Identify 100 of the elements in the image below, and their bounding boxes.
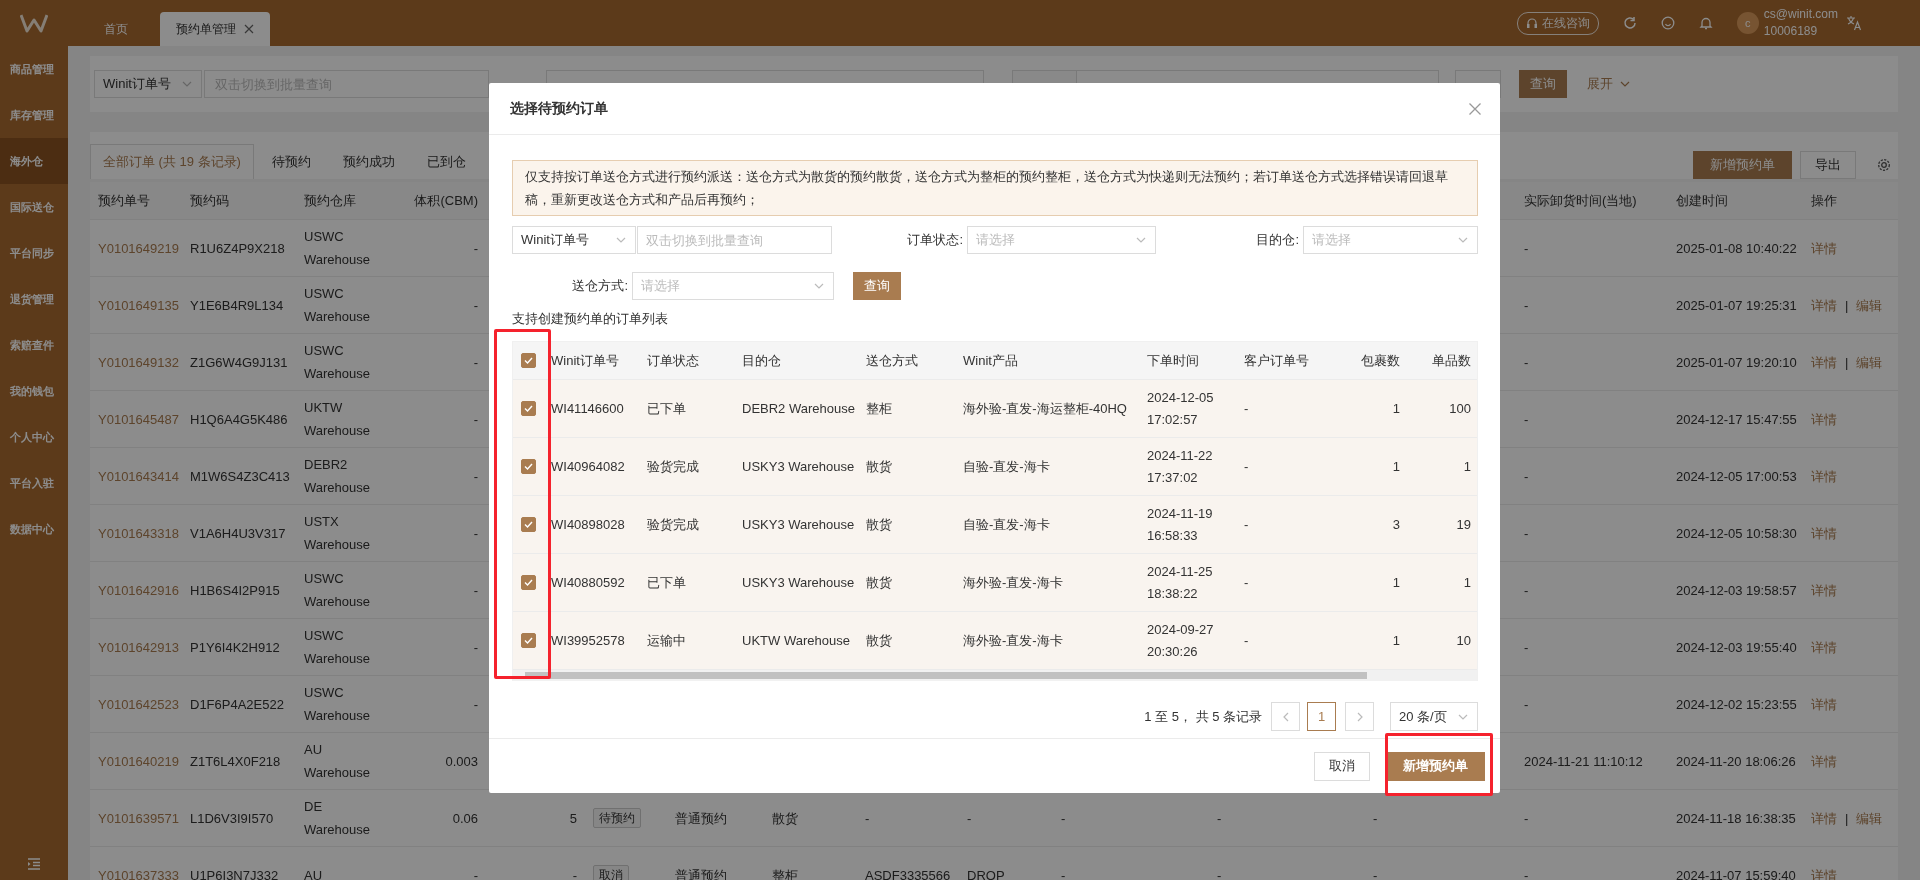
status-tab[interactable]: 已到仓 [410, 144, 482, 179]
menu-collapse-icon[interactable] [27, 858, 41, 870]
status-tab[interactable]: 全部订单 (共 19 条记录) [90, 144, 254, 179]
order-number-link[interactable]: Y0101643318 [98, 521, 179, 545]
checkbox[interactable] [521, 517, 536, 532]
user-account: 10006189 [1763, 23, 1819, 40]
sidebar-item[interactable]: 我的钱包 [0, 368, 68, 414]
table-cell-text: 2024-11-25 18:38:22 [1147, 562, 1214, 603]
search-type-select[interactable]: Winit订单号 [94, 70, 202, 98]
sidebar-item[interactable]: 平台同步 [0, 230, 68, 276]
table-cell-text: - [1244, 399, 1249, 418]
page-size-select[interactable]: 20 条/页 [1390, 702, 1478, 731]
order-number-link[interactable]: Y0101639571 [98, 806, 179, 830]
table-cell-text: - [473, 353, 478, 372]
action-link[interactable]: 详情 [1811, 464, 1837, 488]
sidebar-item[interactable]: 个人中心 [0, 414, 68, 460]
checkbox[interactable] [521, 353, 536, 368]
action-link[interactable]: 详情 [1811, 407, 1837, 431]
query-button[interactable]: 查询 [853, 272, 901, 300]
status-tab[interactable]: 预约成功 [326, 144, 411, 179]
order-number-link[interactable]: Y0101645487 [98, 407, 179, 431]
status-select[interactable]: 请选择 [967, 226, 1156, 254]
action-link[interactable]: 详情 [1811, 749, 1837, 773]
page-tab[interactable]: 首页 [88, 12, 144, 46]
sidebar-item[interactable]: 平台入驻 [0, 460, 68, 506]
smile-icon[interactable] [1660, 16, 1675, 30]
query-button[interactable]: 查询 [1519, 70, 1567, 98]
column-header: 目的仓 [742, 351, 781, 370]
table-cell-text: - [1524, 695, 1529, 714]
page-button[interactable]: 1 [1307, 702, 1336, 731]
table-cell-text: - [1061, 866, 1066, 880]
refresh-icon[interactable] [1622, 16, 1637, 30]
table-cell-text: 100 [1449, 399, 1471, 418]
column-header: 预约仓库 [304, 192, 356, 210]
action-link[interactable]: 编辑 [1856, 293, 1883, 317]
table-cell-text: - [1217, 866, 1222, 880]
column-header: Winit产品 [963, 351, 1018, 370]
settings-icon[interactable] [1876, 156, 1892, 173]
table-cell-text: USWC Warehouse [304, 627, 371, 668]
status-tab[interactable]: 待预约 [255, 144, 327, 179]
order-number-link[interactable]: Y0101640219 [98, 749, 179, 773]
horizontal-scrollbar[interactable] [513, 670, 1477, 681]
sidebar-item[interactable]: 数据中心 [0, 506, 68, 552]
table-cell-text: USKY3 Warehouse [742, 573, 855, 592]
checkbox[interactable] [521, 575, 536, 590]
search-field[interactable]: 双击切换到批量查询 [637, 226, 832, 254]
export-button[interactable]: 导出 [1800, 150, 1856, 179]
consult-button[interactable]: 在线咨询 [1516, 11, 1599, 35]
page-tab[interactable]: 预约单管理 [160, 12, 270, 46]
table-cell-text: 已下单 [647, 573, 686, 592]
table-cell-text: 运输中 [647, 631, 686, 650]
order-number-link[interactable]: Y0101643414 [98, 464, 179, 488]
translate-icon[interactable] [1846, 15, 1862, 31]
column-header: Winit订单号 [551, 351, 619, 370]
confirm-button[interactable]: 新增预约单 [1386, 751, 1485, 781]
table-cell-text: - [473, 239, 478, 258]
warehouse-select[interactable]: 请选择 [1303, 226, 1478, 254]
close-icon[interactable] [1468, 101, 1482, 116]
order-number-link[interactable]: Y0101649219 [98, 236, 179, 260]
action-link[interactable]: 详情 [1811, 692, 1837, 716]
delivery-select[interactable]: 请选择 [632, 272, 834, 300]
sidebar-item[interactable]: 商品管理 [0, 46, 68, 92]
sidebar-item[interactable]: 海外仓 [0, 138, 68, 184]
order-number-link[interactable]: Y0101642523 [98, 692, 179, 716]
table-cell-text: H1Q6A4G5K486 [190, 410, 288, 429]
action-link[interactable]: 详情 [1811, 521, 1837, 545]
search-type-select[interactable]: Winit订单号 [512, 226, 636, 254]
check-icon [524, 357, 533, 364]
bell-icon[interactable] [1698, 16, 1713, 30]
table-cell-text: 2024-11-19 16:58:33 [1147, 504, 1214, 545]
user-avatar[interactable]: c [1736, 12, 1759, 34]
action-link[interactable]: 详情 [1811, 350, 1837, 374]
table-cell-text: - [1524, 524, 1529, 543]
order-number-link[interactable]: Y0101649135 [98, 293, 179, 317]
action-link[interactable]: 详情 [1811, 806, 1837, 830]
action-link[interactable]: 详情 [1811, 293, 1837, 317]
checkbox[interactable] [521, 633, 536, 648]
logo-icon [20, 13, 48, 33]
sidebar-item[interactable]: 索赔查件 [0, 322, 68, 368]
cancel-button[interactable]: 取消 [1314, 751, 1370, 781]
checkbox[interactable] [521, 401, 536, 416]
order-number-link[interactable]: Y0101649132 [98, 350, 179, 374]
action-link[interactable]: 详情 [1811, 635, 1837, 659]
action-link[interactable]: 编辑 [1856, 806, 1883, 830]
sidebar-item[interactable]: 国际送仓 [0, 184, 68, 230]
table-cell-text: WI40880592 [551, 573, 625, 592]
sidebar-item[interactable]: 库存管理 [0, 92, 68, 138]
action-link[interactable]: 详情 [1811, 578, 1837, 602]
expand-button[interactable]: 展开 [1587, 75, 1631, 93]
new-booking-button[interactable]: 新增预约单 [1693, 150, 1792, 179]
action-link[interactable]: 详情 [1811, 236, 1837, 260]
close-icon[interactable] [244, 24, 254, 34]
order-number-link[interactable]: Y0101637333 [98, 863, 179, 880]
action-link[interactable]: 编辑 [1856, 350, 1883, 374]
checkbox[interactable] [521, 459, 536, 474]
order-number-link[interactable]: Y0101642913 [98, 635, 179, 659]
table-cell-text: 10 [1456, 631, 1471, 650]
table-cell-text: 散货 [866, 573, 892, 592]
sidebar-item[interactable]: 退货管理 [0, 276, 68, 322]
order-number-link[interactable]: Y0101642916 [98, 578, 179, 602]
